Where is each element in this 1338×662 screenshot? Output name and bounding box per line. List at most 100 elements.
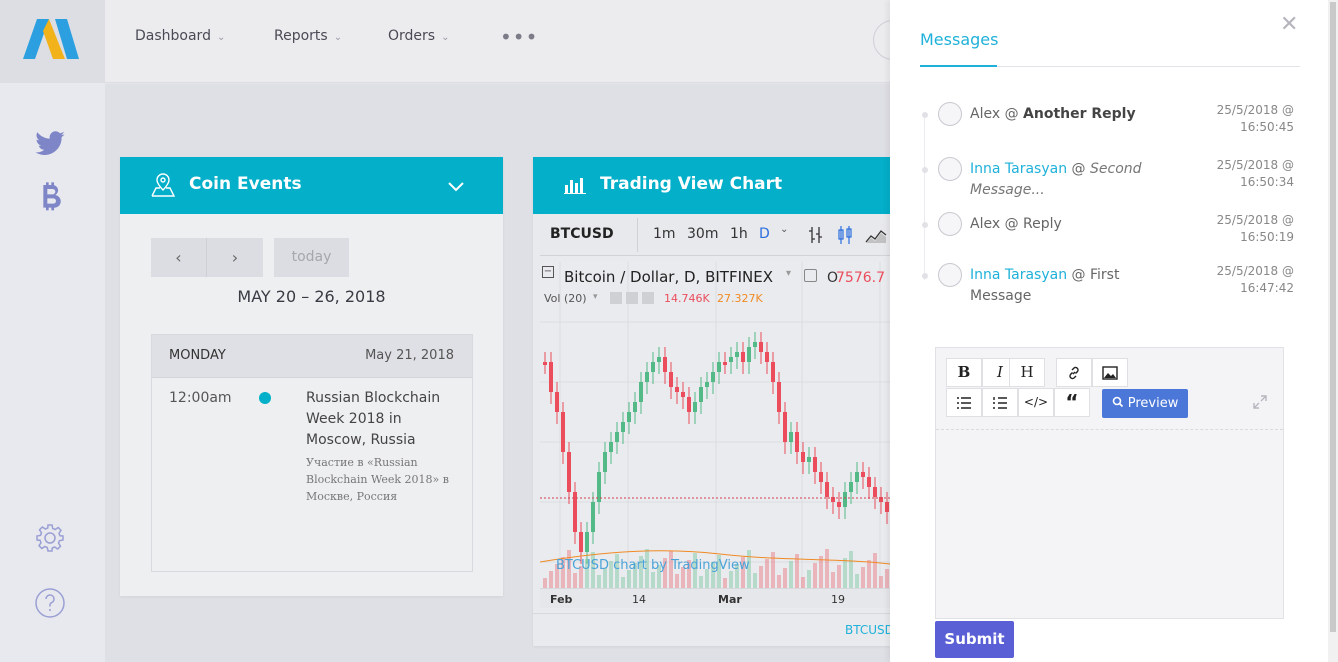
calendar-range: MAY 20 – 26, 2018 [237, 287, 386, 306]
editor-textarea[interactable] [936, 430, 1283, 618]
message-author[interactable]: Alex [970, 106, 1000, 122]
event-time: 12:00am [169, 390, 232, 406]
twitter-icon[interactable] [34, 128, 66, 160]
candle-body [639, 382, 643, 402]
event-row[interactable]: 12:00am Russian Blockchain Week 2018 in … [152, 378, 472, 568]
vol-settings-icon[interactable] [626, 292, 638, 304]
nav-dashboard[interactable]: Dashboard ⌄ [135, 28, 225, 44]
candle-body [867, 477, 871, 487]
bar-style-icon[interactable] [808, 226, 824, 244]
tradingview-watermark[interactable]: BTCUSD chart by TradingView [556, 558, 750, 573]
help-question-icon[interactable] [34, 587, 66, 619]
settings-gear-icon[interactable] [34, 522, 66, 554]
visibility-eye-icon[interactable] [804, 269, 817, 282]
interval-30m[interactable]: 30m [687, 226, 718, 242]
coin-events-card: Coin Events ‹ › today MAY 20 – 26, 2018 … [120, 157, 503, 596]
timeline-line [924, 115, 925, 280]
price-chart[interactable]: − Bitcoin / Dollar, D, BITFINEX ▾ O 7576… [540, 262, 890, 608]
code-button[interactable]: </> [1018, 388, 1054, 417]
message-at: @ [1071, 161, 1086, 177]
message-author[interactable]: Alex [970, 216, 1000, 232]
trading-view-title: Trading View Chart [600, 174, 783, 194]
preview-button[interactable]: Preview [1102, 389, 1188, 418]
candle-body [807, 457, 811, 462]
fullscreen-expand-icon[interactable] [1251, 393, 1269, 411]
link-button[interactable] [1056, 358, 1092, 387]
candle-body [549, 362, 553, 392]
message-author[interactable]: Inna Tarasyan [970, 161, 1067, 177]
message-date: 25/5/2018 @ [1216, 264, 1294, 278]
nav-reports[interactable]: Reports ⌄ [274, 28, 342, 44]
quote-button[interactable]: “ [1054, 388, 1090, 417]
bitcoin-icon[interactable] [34, 181, 66, 213]
prev-week-button[interactable]: ‹ [151, 238, 206, 277]
chevron-down-icon[interactable] [447, 181, 465, 193]
interval-1m[interactable]: 1m [653, 226, 676, 242]
submit-button[interactable]: Submit [935, 621, 1014, 658]
chevron-down-icon[interactable]: ⌄ [780, 224, 788, 235]
message-at: @ [1004, 106, 1019, 122]
message-clock: 16:50:19 [1240, 230, 1294, 244]
volume-bar [819, 556, 823, 588]
bold-button[interactable]: B [946, 358, 982, 387]
interval-1h[interactable]: 1h [730, 226, 748, 242]
symbol-label[interactable]: BTCUSD [550, 226, 614, 242]
next-week-button[interactable]: › [206, 238, 263, 277]
volume-bar [813, 563, 817, 588]
today-button[interactable]: today [274, 238, 349, 277]
close-icon[interactable]: ✕ [1280, 12, 1298, 37]
candle-body [693, 402, 697, 412]
logo-area[interactable] [0, 0, 105, 83]
volume-bar [849, 551, 853, 588]
collapse-legend-icon[interactable]: − [542, 266, 554, 278]
bullet-list-button[interactable] [946, 388, 982, 417]
chevron-left-icon: ‹ [175, 248, 182, 267]
message-at: @ [1071, 267, 1086, 283]
chevron-down-icon[interactable]: ▾ [786, 268, 791, 279]
interval-d[interactable]: D [759, 226, 770, 242]
message-text: Alex @ Reply [970, 214, 1170, 235]
volume-bar [573, 573, 577, 588]
numbered-list-button[interactable] [982, 388, 1018, 417]
message-clock: 16:50:45 [1240, 120, 1294, 134]
candle-body [819, 472, 823, 482]
vol-eye-icon[interactable] [610, 292, 622, 304]
avatar-icon [938, 157, 962, 181]
candle-body [603, 452, 607, 472]
more-dots-icon[interactable]: ••• [500, 25, 538, 49]
candle-body [711, 372, 715, 382]
volume-bar [873, 553, 877, 588]
candle-body [747, 347, 751, 362]
tab-messages[interactable]: Messages [920, 30, 998, 49]
candle-body [843, 492, 847, 507]
avatar-icon [938, 263, 962, 287]
panel-scrollbar[interactable] [1328, 0, 1338, 662]
footer-symbol-link[interactable]: BTCUSD [845, 623, 894, 637]
message-author[interactable]: Inna Tarasyan [970, 267, 1067, 283]
volume-bar [753, 573, 757, 588]
candle-body [873, 487, 877, 497]
candle-body [669, 372, 673, 387]
timeline-dot [922, 222, 928, 228]
tradingview-footer: BTCUSD [533, 613, 894, 646]
chevron-down-icon[interactable]: ▾ [593, 292, 598, 302]
scrollbar-thumb[interactable] [1330, 2, 1336, 632]
code-icon: </> [1023, 395, 1049, 409]
vol-remove-icon[interactable] [642, 292, 654, 304]
nav-orders[interactable]: Orders ⌄ [388, 28, 449, 44]
volume-bar [831, 572, 835, 588]
topbar: Dashboard ⌄ Reports ⌄ Orders ⌄ ••• [105, 0, 913, 83]
tab-active-indicator [920, 65, 997, 67]
candle-body [723, 362, 727, 365]
volume-bar [879, 576, 883, 588]
sidebar [0, 0, 105, 662]
image-button[interactable] [1092, 358, 1128, 387]
candle-body [771, 362, 775, 382]
candle-body [645, 372, 649, 382]
area-style-icon[interactable] [865, 226, 887, 244]
candle-body [567, 452, 571, 492]
heading-button[interactable]: H [1009, 358, 1045, 387]
candle-body [615, 432, 619, 442]
candle-style-icon[interactable] [837, 225, 853, 245]
candle-body [591, 502, 595, 532]
